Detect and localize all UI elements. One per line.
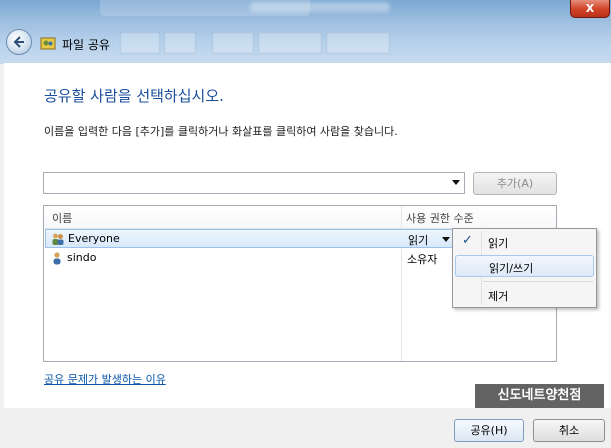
- sharing-help-link[interactable]: 공유 문제가 발생하는 이유: [44, 371, 166, 387]
- menu-item-read[interactable]: ✓ 읽기: [455, 231, 594, 253]
- row-name: Everyone: [68, 232, 120, 245]
- list-header: 이름 사용 권한 수준: [44, 206, 556, 229]
- menu-separator: [483, 281, 593, 282]
- column-header-name[interactable]: 이름: [52, 210, 72, 226]
- window-title: 파일 공유: [62, 38, 110, 52]
- menu-item-label: 읽기: [488, 237, 509, 250]
- menu-item-label: 제거: [488, 290, 509, 303]
- dropdown-arrow-icon[interactable]: [452, 180, 460, 185]
- close-button[interactable]: X: [570, 0, 610, 18]
- background-window-title: [100, 0, 390, 16]
- permission-dropdown-arrow-icon[interactable]: [442, 237, 450, 242]
- watermark-label: 신도네트양천점: [475, 384, 604, 408]
- user-name-combobox[interactable]: [43, 172, 465, 194]
- menu-item-label: 읽기/쓰기: [489, 262, 534, 275]
- user-icon: [53, 252, 61, 265]
- permission-menu: ✓ 읽기 읽기/쓰기 제거: [452, 228, 597, 308]
- group-icon: [52, 233, 64, 245]
- row-name: sindo: [67, 251, 97, 264]
- background-window-tabs: [120, 30, 390, 56]
- menu-item-read-write[interactable]: 읽기/쓰기: [455, 255, 594, 277]
- instruction-text: 이름을 입력한 다음 [추가]를 클릭하거나 화살표를 클릭하여 사람을 찾습니…: [44, 125, 398, 138]
- menu-item-remove[interactable]: 제거: [455, 284, 594, 306]
- file-sharing-icon: [40, 37, 56, 50]
- back-button[interactable]: [6, 29, 32, 55]
- column-header-permission[interactable]: 사용 권한 수준: [406, 210, 474, 226]
- check-icon: ✓: [462, 233, 473, 248]
- row-permission[interactable]: 읽기: [408, 232, 428, 248]
- cancel-button[interactable]: 취소: [533, 419, 605, 442]
- back-arrow-icon: [13, 36, 24, 48]
- add-button[interactable]: 추가(A): [473, 172, 557, 195]
- share-button[interactable]: 공유(H): [454, 419, 524, 442]
- blurred-title-text: [250, 2, 390, 12]
- row-permission: 소유자: [407, 253, 438, 266]
- page-heading: 공유할 사람을 선택하십시오.: [44, 87, 224, 105]
- window-titlebar: X 파일 공유: [0, 0, 611, 64]
